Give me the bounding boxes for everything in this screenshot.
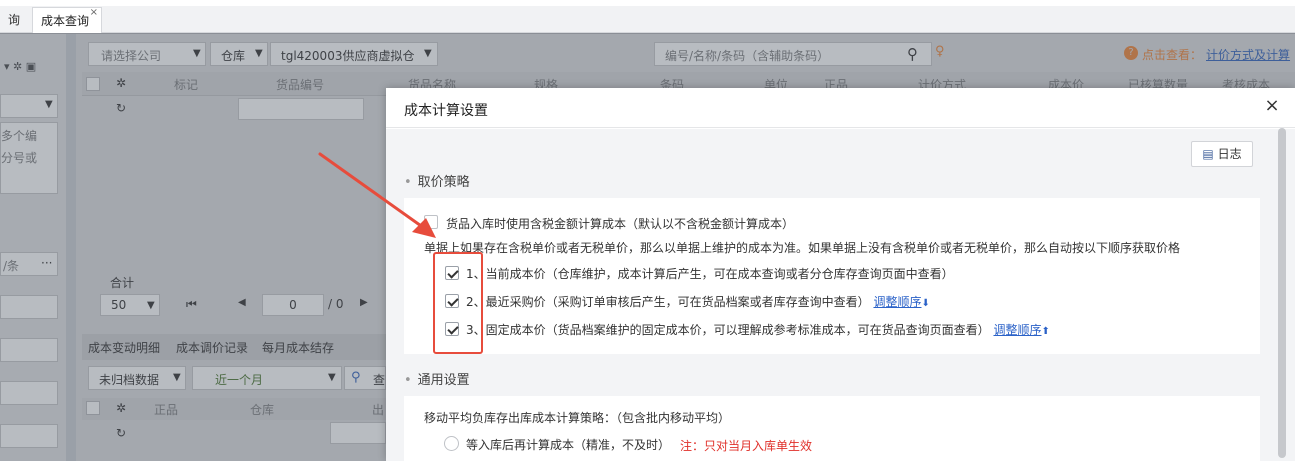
section-dot: • — [404, 373, 412, 388]
tax-option-label: 货品入库时使用含税金额计算成本（默认以不含税金额计算成本） — [446, 217, 795, 231]
page-current: 0 — [289, 298, 297, 312]
dialog-header — [386, 88, 1295, 128]
adjust-order-link-up[interactable]: 调整顺序 — [993, 323, 1041, 337]
bulb-icon[interactable]: ♀ — [935, 44, 945, 59]
next-page-icon[interactable]: ▶ — [360, 297, 368, 308]
query-label: 查 — [373, 373, 386, 387]
dialog-scrollbar[interactable] — [1278, 128, 1286, 458]
annotation-arrow — [318, 152, 436, 238]
chevron-down-icon: ▼ — [193, 48, 201, 59]
search-icon[interactable]: ⚲ — [907, 45, 918, 63]
hint-link[interactable]: 计价方式及计算 — [1206, 46, 1290, 63]
filter-code-input[interactable] — [238, 98, 364, 120]
bottom-col-out: 出 — [372, 403, 385, 417]
arrow-up-icon: ⬆ — [1041, 326, 1050, 337]
more-icon[interactable]: ··· — [41, 256, 52, 270]
page-size-value: 50 — [111, 298, 127, 312]
query-button[interactable]: ⚲ 查 — [344, 366, 386, 390]
period-select[interactable]: 近一个月 ▼ — [192, 366, 342, 390]
option-fixed-cost-text: 3、固定成本价（货品档案维护的固定成本价，可以理解成参考标准成本，可在货品查询页… — [466, 323, 990, 337]
wait-inbound-label: 等入库后再计算成本（精准，不及时） — [466, 438, 671, 452]
log-icon: ▤ — [1202, 147, 1214, 161]
search-input[interactable]: 编号/名称/条码（含辅助条码） ⚲ — [654, 42, 932, 66]
left-text-2: 分号或 — [1, 151, 38, 165]
left-field-4[interactable] — [0, 424, 58, 448]
chevron-down-icon: ▼ — [147, 300, 155, 311]
tab-cost-adjust-record[interactable]: 成本调价记录 — [176, 339, 248, 356]
annotation-highlight-box — [433, 252, 483, 354]
left-input[interactable]: /条 ··· — [0, 252, 58, 276]
left-field-1[interactable] — [0, 295, 58, 319]
help-icon: ? — [1124, 46, 1138, 60]
section-general-title: 通用设置 — [417, 373, 470, 388]
left-textarea[interactable]: 多个编 分号或 — [0, 122, 58, 194]
search-placeholder: 编号/名称/条码（含辅助条码） — [665, 49, 830, 63]
first-page-icon[interactable]: ⏮ — [186, 297, 197, 312]
chevron-down-icon: ▼ — [45, 99, 53, 110]
arrow-down-icon: ⬇ — [921, 298, 930, 309]
log-button[interactable]: ▤ 日志 — [1191, 141, 1253, 167]
left-field-3[interactable] — [0, 381, 58, 405]
company-select[interactable]: 请选择公司 ▼ — [88, 42, 206, 66]
warehouse-select[interactable]: tgl420003供应商虚拟仓 ▼ — [270, 42, 438, 66]
left-text-3: /条 — [3, 259, 20, 273]
bottom-filter-input[interactable] — [330, 422, 386, 444]
archive-value: 未归档数据 — [99, 373, 160, 387]
bottom-col-genuine: 正品 — [154, 403, 179, 417]
refresh-icon[interactable]: ↻ — [116, 426, 126, 440]
cost-settings-dialog: 成本计算设置 × ▤ 日志 • 取价策略 货品入库时使用含税金额计算成本（默认以不… — [386, 88, 1295, 461]
chevron-down-icon: ▼ — [173, 372, 181, 383]
tab-cost-query[interactable]: 成本查询 × — [32, 7, 102, 33]
option-recent-purchase-text: 2、最近采购价（采购订单审核后产生，可在货品档案或者库存查询中查看） — [466, 295, 870, 309]
bottom-col-warehouse: 仓库 — [250, 403, 275, 417]
left-text-1: 多个编 — [1, 129, 38, 143]
tab-monthly-cost[interactable]: 每月成本结存 — [262, 339, 334, 356]
prev-page-icon[interactable]: ◀ — [238, 297, 246, 308]
tab-cost-change-detail[interactable]: 成本变动明细 — [88, 339, 160, 356]
select-all-checkbox[interactable] — [86, 77, 100, 91]
page-number-input[interactable]: 0 — [262, 294, 324, 316]
log-label: 日志 — [1217, 147, 1242, 161]
total-label: 合计 — [110, 276, 135, 290]
period-value: 近一个月 — [215, 373, 264, 387]
search-icon: ⚲ — [351, 370, 361, 385]
bottom-select-all-checkbox[interactable] — [86, 401, 100, 415]
refresh-icon[interactable]: ↻ — [116, 101, 126, 115]
chevron-down-icon: ▼ — [328, 372, 336, 383]
left-field-2[interactable] — [0, 338, 58, 362]
warehouse-label: 仓库 — [221, 49, 246, 63]
section-general-settings: • 通用设置 — [404, 369, 470, 388]
adjust-order-link-down[interactable]: 调整顺序 — [873, 295, 921, 309]
tab-bar — [0, 6, 1295, 33]
warehouse-value: tgl420003供应商虚拟仓 — [281, 49, 415, 63]
page-size-select[interactable]: 50 ▼ — [100, 294, 160, 316]
left-toolbar-icons: ▾ ✲ ▣ — [4, 60, 37, 73]
gear-icon[interactable]: ✲ — [116, 401, 126, 415]
bottom-grid-header — [82, 398, 386, 420]
company-placeholder: 请选择公司 — [101, 49, 162, 63]
gear-icon[interactable]: ✲ — [116, 76, 126, 90]
option-fixed-cost: 3、固定成本价（货品档案维护的固定成本价，可以理解成参考标准成本，可在货品查询页… — [466, 321, 1050, 338]
page-total: / 0 — [328, 297, 344, 311]
col-code: 货品编号 — [276, 78, 325, 92]
tab-close-icon[interactable]: × — [90, 0, 98, 26]
tab-cost-query-label: 成本查询 — [41, 14, 90, 28]
dialog-title: 成本计算设置 — [404, 103, 488, 119]
chevron-down-icon: ▼ — [424, 48, 432, 59]
hint-label: 点击查看： — [1142, 48, 1203, 62]
wait-inbound-note: 注：只对当月入库单生效 — [680, 439, 813, 453]
col-mark: 标记 — [174, 78, 199, 92]
chevron-down-icon: ▼ — [255, 48, 263, 59]
warehouse-label-select[interactable]: 仓库 ▼ — [210, 42, 268, 66]
archive-select[interactable]: 未归档数据 ▼ — [88, 366, 186, 390]
option-current-cost: 1、当前成本价（仓库维护，成本计算后产生，可在成本查询或者分仓库存查询页面中查看… — [466, 267, 954, 281]
tab-previous[interactable]: 询 — [0, 7, 28, 33]
wait-inbound-radio[interactable] — [444, 436, 459, 451]
rule-description: 单据上如果存在含税单价或者无税单价，那么以单据上维护的成本为准。如果单据上没有含… — [424, 241, 1181, 255]
panel-divider — [66, 34, 76, 461]
close-icon[interactable]: × — [1262, 96, 1282, 116]
option-recent-purchase: 2、最近采购价（采购订单审核后产生，可在货品档案或者库存查询中查看） 调整顺序⬇ — [466, 293, 930, 310]
left-dropdown[interactable]: ▼ — [0, 94, 58, 118]
moving-average-label: 移动平均负库存出库成本计算策略：（包含批内移动平均） — [424, 411, 731, 425]
